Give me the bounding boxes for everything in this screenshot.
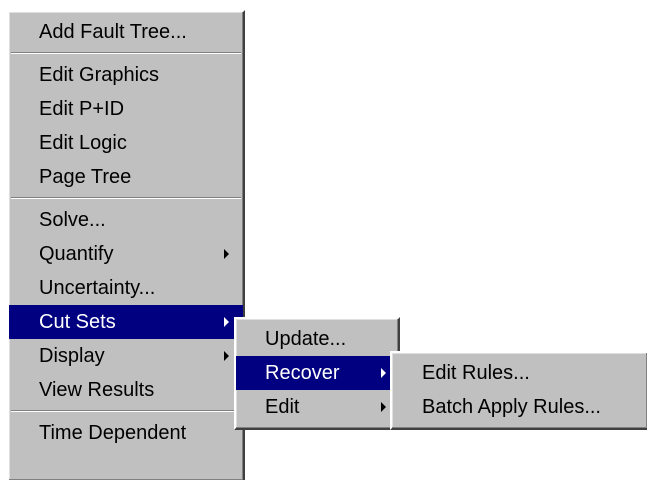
menu-item-label: Quantify	[39, 243, 114, 265]
menu-item-label: Edit Rules...	[422, 362, 530, 384]
cut-sets-submenu: Update... Recover Edit	[234, 317, 400, 430]
menu-item-recover[interactable]: Recover	[236, 356, 398, 390]
submenu-arrow-icon	[381, 402, 386, 412]
menu-item-label: View Results	[39, 379, 155, 401]
menu-item-cut-sets[interactable]: Cut Sets	[9, 305, 243, 339]
menu-item-uncertainty[interactable]: Uncertainty...	[9, 271, 243, 305]
menu-item-label: Edit Logic	[39, 132, 127, 154]
menu-item-label: Recover	[265, 362, 340, 384]
menu-item-edit-rules[interactable]: Edit Rules...	[392, 356, 647, 390]
submenu-arrow-icon	[381, 368, 386, 378]
menu-item-label: Time Dependent	[39, 422, 187, 444]
menu-item-update[interactable]: Update...	[236, 322, 398, 356]
menu-item-label: Add Fault Tree...	[39, 21, 187, 43]
menu-separator	[11, 197, 241, 199]
menu-item-label: Edit	[265, 396, 300, 418]
menu-item-label: Batch Apply Rules...	[422, 396, 601, 418]
recover-submenu: Edit Rules... Batch Apply Rules...	[390, 351, 647, 430]
submenu-arrow-icon	[224, 249, 229, 259]
submenu-arrow-icon	[224, 317, 229, 327]
menu-item-label: Edit P+ID	[39, 98, 125, 120]
menu-item-label: Uncertainty...	[39, 277, 156, 299]
menu-item-label: Cut Sets	[39, 311, 116, 333]
menu-separator	[11, 52, 241, 54]
menu-separator	[11, 410, 241, 412]
submenu-arrow-icon	[224, 351, 229, 361]
menu-item-label: Solve...	[39, 209, 106, 231]
menu-item-label: Edit Graphics	[39, 64, 160, 86]
menu-item-edit[interactable]: Edit	[236, 390, 398, 424]
menu-item-edit-pid[interactable]: Edit P+ID	[9, 92, 243, 126]
menu-item-page-tree[interactable]: Page Tree	[9, 160, 243, 194]
menu-item-label: Display	[39, 345, 105, 367]
menu-item-batch-apply-rules[interactable]: Batch Apply Rules...	[392, 390, 647, 424]
context-menu: Add Fault Tree... Edit Graphics Edit P+I…	[7, 10, 245, 480]
menu-item-label: Update...	[265, 328, 347, 350]
menu-item-label: Page Tree	[39, 166, 132, 188]
menu-item-edit-logic[interactable]: Edit Logic	[9, 126, 243, 160]
menu-item-time-dependent[interactable]: Time Dependent	[9, 416, 243, 450]
menu-item-add-fault-tree[interactable]: Add Fault Tree...	[9, 15, 243, 49]
menu-item-quantify[interactable]: Quantify	[9, 237, 243, 271]
menu-item-edit-graphics[interactable]: Edit Graphics	[9, 58, 243, 92]
menu-item-solve[interactable]: Solve...	[9, 203, 243, 237]
menu-item-display[interactable]: Display	[9, 339, 243, 373]
menu-item-view-results[interactable]: View Results	[9, 373, 243, 407]
